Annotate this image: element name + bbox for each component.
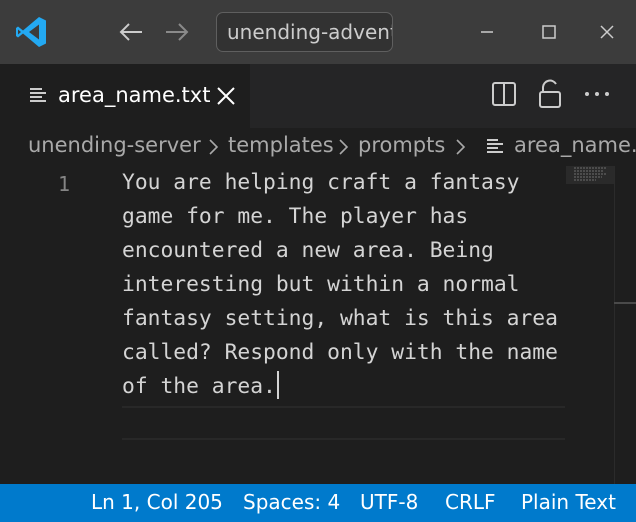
arrow-right-icon	[166, 23, 189, 41]
line-number: 1	[58, 172, 71, 196]
chevron-right-icon	[339, 139, 349, 155]
status-encoding[interactable]: UTF-8	[360, 490, 418, 514]
status-cursor-position[interactable]: Ln 1, Col 205	[91, 490, 223, 514]
current-line-highlight	[122, 406, 565, 440]
status-bar: Ln 1, Col 205 Spaces: 4 UTF-8 CRLF Plain…	[0, 484, 636, 522]
back-button[interactable]	[116, 18, 146, 46]
breadcrumb-item-prompts[interactable]: prompts	[358, 133, 445, 157]
close-window-icon[interactable]	[592, 18, 622, 46]
status-language-mode[interactable]: Plain Text	[521, 490, 616, 514]
file-lines-icon	[487, 139, 503, 153]
minimap[interactable]	[566, 166, 614, 184]
status-line-ending[interactable]: CRLF	[445, 490, 496, 514]
chevron-right-icon	[209, 139, 219, 155]
editor-content: You are helping craft a fantasy game for…	[122, 170, 571, 399]
command-center-search[interactable]: unending-advent	[216, 12, 393, 52]
maximize-icon[interactable]	[534, 18, 564, 46]
vertical-scrollbar[interactable]	[614, 166, 636, 484]
vscode-logo-icon	[16, 17, 46, 47]
editor-text[interactable]: You are helping craft a fantasy game for…	[122, 166, 562, 404]
scrollbar-marker	[614, 302, 636, 304]
editor-area[interactable]: 1 You are helping craft a fantasy game f…	[0, 166, 636, 484]
breadcrumb-item-unending-server[interactable]: unending-server	[28, 133, 201, 157]
file-lines-icon	[30, 88, 46, 102]
minimize-icon[interactable]	[472, 18, 502, 46]
tab-label: area_name.txt	[58, 83, 211, 107]
status-indentation[interactable]: Spaces: 4	[243, 490, 340, 514]
breadcrumb-item-templates[interactable]: templates	[228, 133, 334, 157]
lock-icon[interactable]	[536, 78, 564, 110]
title-bar: unending-advent	[0, 0, 636, 64]
breadcrumb-item-file[interactable]: area_name.t	[514, 133, 636, 157]
ellipsis-icon[interactable]	[582, 80, 612, 108]
text-cursor	[276, 371, 279, 399]
arrow-left-icon	[119, 23, 142, 41]
split-editor-icon[interactable]	[490, 80, 518, 108]
tab-bar: area_name.txt	[0, 64, 636, 128]
command-center-text: unending-advent	[227, 20, 393, 44]
close-tab-icon[interactable]	[214, 84, 238, 108]
chevron-right-icon	[456, 139, 466, 155]
tab-area-name[interactable]: area_name.txt	[0, 64, 250, 128]
breadcrumb: unending-server templates prompts area_n…	[0, 128, 636, 166]
forward-button[interactable]	[162, 18, 192, 46]
